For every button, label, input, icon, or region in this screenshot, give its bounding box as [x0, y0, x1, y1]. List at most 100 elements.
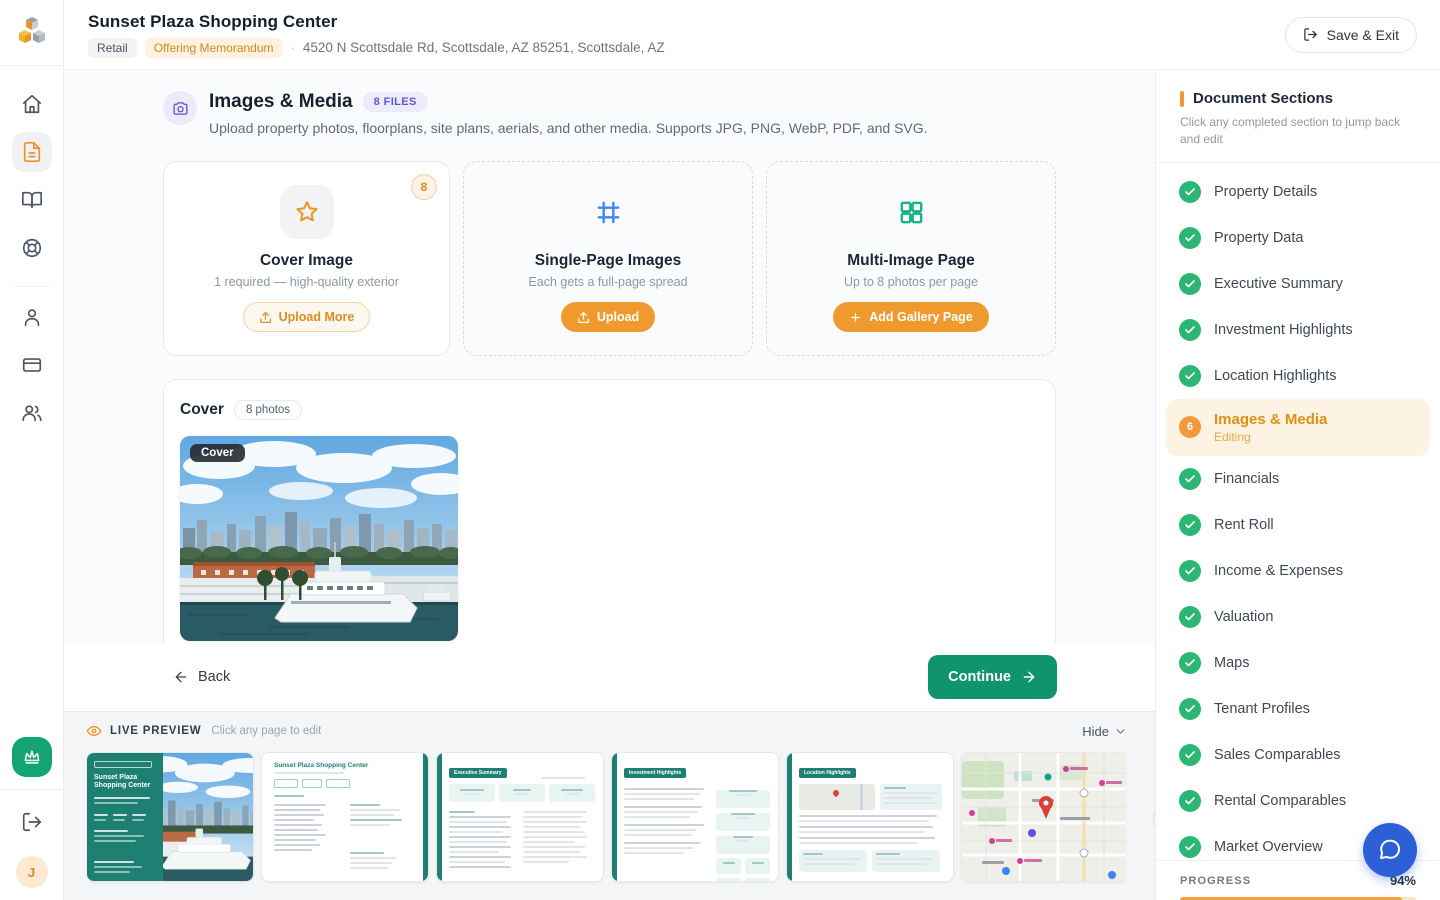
cover-group-title: Cover: [180, 401, 224, 419]
primary-nav: [12, 80, 52, 437]
live-preview-hint: Click any page to edit: [211, 725, 321, 737]
document-section-item[interactable]: 6 Images & MediaEditing: [1166, 399, 1430, 456]
home-icon: [21, 93, 43, 115]
document-section-item[interactable]: Financials: [1166, 456, 1430, 502]
back-button[interactable]: Back: [173, 669, 230, 685]
section-status-icon: [1179, 560, 1201, 582]
document-section-item[interactable]: Property Details: [1166, 169, 1430, 215]
section-status-icon: [1179, 836, 1201, 858]
progress-label: PROGRESS: [1180, 875, 1251, 887]
preview-page-cover[interactable]: Sunset Plaza Shopping Center: [86, 752, 254, 882]
upgrade-button[interactable]: [12, 737, 52, 777]
property-address: 4520 N Scottsdale Rd, Scottsdale, AZ 852…: [303, 40, 665, 55]
nav-billing[interactable]: [12, 345, 52, 385]
section-title: Images & Media: [209, 91, 353, 113]
nav-help[interactable]: [12, 228, 52, 268]
accent-bar: [1180, 91, 1184, 107]
preview-page-investment-highlights[interactable]: Investment Highlights: [611, 752, 779, 882]
document-section-item[interactable]: Tenant Profiles: [1166, 686, 1430, 732]
mini-map: [799, 784, 875, 810]
section-status-icon: [1179, 273, 1201, 295]
document-section-item[interactable]: Income & Expenses: [1166, 548, 1430, 594]
section-status-icon: [1179, 606, 1201, 628]
single-page-images-card[interactable]: Single-Page Images Each gets a full-page…: [463, 161, 753, 356]
location-bullets: [799, 815, 945, 844]
preview-page-map[interactable]: [961, 752, 1126, 882]
summary-text: [523, 808, 589, 868]
cover-photo-thumbnail[interactable]: Cover: [180, 436, 458, 641]
camera-icon: [163, 91, 197, 125]
nav-home[interactable]: [12, 84, 52, 124]
multi-card-title: Multi-Image Page: [847, 252, 974, 270]
section-status-icon: [1179, 365, 1201, 387]
document-section-item[interactable]: Rent Roll: [1166, 502, 1430, 548]
section-status-icon: [1179, 514, 1201, 536]
chat-button[interactable]: [1363, 823, 1417, 877]
save-exit-button[interactable]: Save & Exit: [1285, 17, 1417, 53]
continue-button[interactable]: Continue: [928, 655, 1057, 699]
star-icon: [280, 185, 334, 239]
document-section-item[interactable]: Valuation: [1166, 594, 1430, 640]
multi-image-page-card[interactable]: Multi-Image Page Up to 8 photos per page…: [766, 161, 1056, 356]
document-section-item[interactable]: Property Data: [1166, 215, 1430, 261]
nav-documents[interactable]: [12, 132, 52, 172]
preview-pages: Sunset Plaza Shopping Center: [86, 752, 1126, 888]
toc-side: [350, 801, 406, 869]
document-section-item[interactable]: Sales Comparables: [1166, 732, 1430, 778]
upload-more-button[interactable]: Upload More: [243, 302, 371, 332]
summary-table: [449, 808, 515, 868]
user-avatar[interactable]: J: [16, 856, 48, 888]
plus-icon: [849, 311, 862, 324]
nav-library[interactable]: [12, 180, 52, 220]
preview-page-location-highlights[interactable]: Location Highlights: [786, 752, 954, 882]
cover-card-title: Cover Image: [260, 252, 353, 270]
multi-card-subtitle: Up to 8 photos per page: [844, 275, 978, 289]
crown-icon: [22, 747, 42, 767]
users-icon: [21, 402, 43, 424]
top-header: Sunset Plaza Shopping Center Retail Offe…: [64, 0, 1440, 70]
highlight-stats: [716, 785, 770, 882]
preview-page-toc[interactable]: Sunset Plaza Shopping Center: [261, 752, 429, 882]
logout-icon: [1303, 27, 1318, 42]
photos-count-badge: 8 photos: [234, 400, 302, 420]
nav-team[interactable]: [12, 393, 52, 433]
cover-image-card[interactable]: 8 Cover Image 1 required — high-quality …: [163, 161, 450, 356]
preview-page-executive-summary[interactable]: Executive Summary: [436, 752, 604, 882]
add-gallery-page-button[interactable]: Add Gallery Page: [833, 302, 989, 332]
user-icon: [21, 306, 43, 328]
document-section-item[interactable]: Rental Comparables: [1166, 778, 1430, 824]
chevron-down-icon: [1114, 725, 1127, 738]
hide-preview-button[interactable]: Hide: [1082, 724, 1127, 739]
nav-profile[interactable]: [12, 297, 52, 337]
document-sections-list: Property Details Property Data Executive…: [1156, 163, 1440, 870]
property-type-badge: Retail: [88, 38, 137, 58]
logout-icon: [21, 811, 43, 833]
left-sidebar: J: [0, 0, 64, 900]
app-logo-icon[interactable]: [15, 15, 49, 49]
section-status-icon: [1179, 698, 1201, 720]
upload-button[interactable]: Upload: [561, 302, 655, 332]
credit-card-icon: [21, 354, 43, 376]
document-section-item[interactable]: Location Highlights: [1166, 353, 1430, 399]
page-title: Sunset Plaza Shopping Center: [88, 12, 665, 32]
single-card-subtitle: Each gets a full-page spread: [528, 275, 687, 289]
document-section-item[interactable]: Executive Summary: [1166, 261, 1430, 307]
sections-panel-subtitle: Click any completed section to jump back…: [1180, 114, 1416, 148]
section-header: Images & Media 8 FILES Upload property p…: [163, 91, 1057, 136]
doc-type-badge: Offering Memorandum: [145, 38, 283, 58]
cover-photos-panel: Cover 8 photos: [163, 379, 1056, 643]
document-sections-panel: Document Sections Click any completed se…: [1155, 70, 1440, 900]
document-section-item[interactable]: Maps: [1166, 640, 1430, 686]
sections-panel-title: Document Sections: [1193, 90, 1333, 107]
cover-page-panel: Sunset Plaza Shopping Center: [87, 753, 163, 881]
section-status-icon: [1179, 319, 1201, 341]
section-status-icon: [1179, 468, 1201, 490]
arrow-right-icon: [1021, 669, 1037, 685]
grid-icon: [897, 185, 926, 239]
map-graphic: [962, 753, 1126, 882]
logout-button[interactable]: [12, 802, 52, 842]
document-section-item[interactable]: Investment Highlights: [1166, 307, 1430, 353]
frame-icon: [594, 185, 623, 239]
highlight-bullets: [624, 785, 708, 882]
live-preview-label: LIVE PREVIEW: [110, 725, 201, 737]
